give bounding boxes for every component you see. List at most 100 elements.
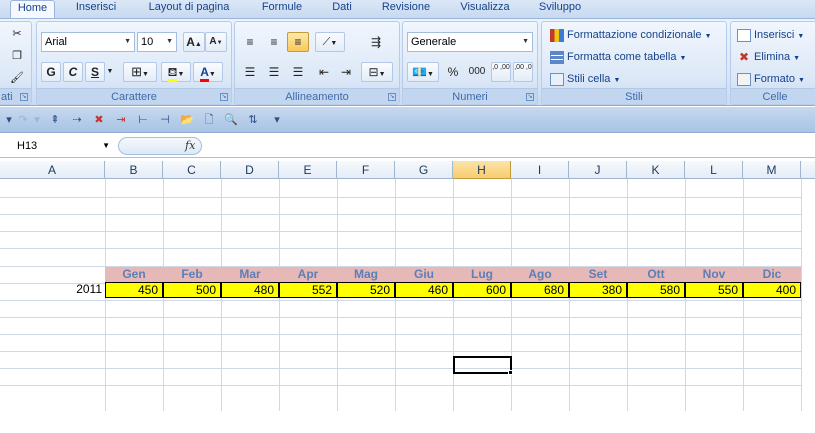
underline-dropdown-icon[interactable]: ▼ [105,62,115,82]
column-header-G[interactable]: G [395,161,453,179]
column-header-J[interactable]: J [569,161,627,179]
align-right-icon[interactable]: ☰ [287,62,309,82]
delete-columns-icon[interactable]: ⊣ [158,113,172,127]
value-cell[interactable]: 580 [627,282,685,298]
value-cell[interactable]: 400 [743,282,801,298]
name-box[interactable]: H13 ▼ [14,137,114,155]
format-painter-icon[interactable]: 🖌 [7,68,27,88]
month-header-cell[interactable]: Feb [163,267,221,282]
alignment-launcher-icon[interactable]: ↘ [388,93,396,101]
align-center-icon[interactable]: ☰ [263,62,285,82]
merge-center-button[interactable]: ⊟▼ [361,62,393,82]
insert-rows-icon[interactable]: ⇞ [48,113,62,127]
value-cell[interactable]: 680 [511,282,569,298]
column-header-N[interactable] [801,161,815,179]
tab-insert[interactable]: Inserisci [68,0,124,18]
value-cell[interactable]: 480 [221,282,279,298]
percent-button[interactable]: % [443,62,463,82]
clipboard-launcher-icon[interactable]: ↘ [20,93,28,101]
borders-button[interactable]: ⊞▼ [123,62,157,82]
column-header-E[interactable]: E [279,161,337,179]
value-cell[interactable]: 500 [163,282,221,298]
month-header-cell[interactable]: Dic [743,267,801,282]
wrap-text-icon[interactable]: ⇶ [365,32,387,52]
cut-icon[interactable]: ✂ [7,24,27,44]
month-header-cell[interactable]: Set [569,267,627,282]
value-cell[interactable]: 552 [279,282,337,298]
font-launcher-icon[interactable]: ↘ [220,93,228,101]
conditional-formatting-button[interactable]: Formattazione condizionale ▼ [550,26,712,44]
number-launcher-icon[interactable]: ↘ [526,93,534,101]
formula-input[interactable] [204,137,804,155]
tab-data[interactable]: Dati [324,0,360,18]
column-header-F[interactable]: F [337,161,395,179]
undo-dropdown-icon[interactable]: ▾ [2,113,16,127]
month-header-cell[interactable]: Mag [337,267,395,282]
align-middle-icon[interactable]: ≡ [263,32,285,52]
align-left-icon[interactable]: ☰ [239,62,261,82]
delete-sheet-rows-icon[interactable]: ⇥ [114,113,128,127]
cell-styles-button[interactable]: Stili cella ▼ [550,70,620,88]
month-header-cell[interactable]: Ago [511,267,569,282]
align-bottom-icon[interactable]: ≡ [287,32,309,52]
column-header-K[interactable]: K [627,161,685,179]
delete-rows-icon[interactable]: ✖ [92,113,106,127]
format-as-table-button[interactable]: Formatta come tabella ▼ [550,48,686,66]
orientation-button[interactable]: ⟋▼ [315,32,345,52]
redo-icon[interactable]: ↷ [16,113,30,127]
thousands-button[interactable]: 000 [465,62,489,82]
column-header-A[interactable]: A [0,161,105,179]
fill-handle[interactable] [508,370,513,375]
underline-button[interactable]: S [85,62,105,82]
month-header-cell[interactable]: Ott [627,267,685,282]
copy-icon[interactable]: ❐ [7,46,27,66]
tab-developer[interactable]: Sviluppo [532,0,588,18]
decrease-decimal-button[interactable]: ,00 ,0 [513,62,533,82]
column-header-C[interactable]: C [163,161,221,179]
fill-color-button[interactable]: ⛾▼ [161,62,191,82]
increase-decimal-button[interactable]: ,0 ,00 [491,62,511,82]
value-cell[interactable]: 600 [453,282,511,298]
active-cell[interactable] [453,356,512,374]
month-header-cell[interactable]: Giu [395,267,453,282]
bold-button[interactable]: G [41,62,61,82]
year-cell[interactable]: 2011 [0,282,105,298]
new-document-icon[interactable]: 🗋 [202,113,216,127]
insert-function-icon[interactable]: fx [185,139,195,152]
insert-columns-icon[interactable]: ⊢ [136,113,150,127]
align-top-icon[interactable]: ≡ [239,32,261,52]
currency-button[interactable]: 💶▼ [407,62,439,82]
print-preview-icon[interactable]: 🔍 [224,113,238,127]
value-cell[interactable]: 520 [337,282,395,298]
font-color-button[interactable]: A▼ [193,62,223,82]
value-cell[interactable]: 380 [569,282,627,298]
sort-filter-icon[interactable]: ⇅ [246,113,260,127]
column-header-L[interactable]: L [685,161,743,179]
column-header-D[interactable]: D [221,161,279,179]
tab-formulas[interactable]: Formule [254,0,310,18]
insert-sheet-rows-icon[interactable]: ⇢ [70,113,84,127]
value-cell[interactable]: 550 [685,282,743,298]
worksheet-grid[interactable]: A B C D E F G H I J K L M Gen Feb Mar Ap… [0,161,815,433]
month-header-cell[interactable]: Nov [685,267,743,282]
font-size-combo[interactable]: 10 ▼ [137,32,177,52]
value-cell[interactable]: 450 [105,282,163,298]
column-header-M[interactable]: M [743,161,801,179]
month-header-cell[interactable]: Mar [221,267,279,282]
format-cells-button[interactable]: Formato ▼ [737,70,805,88]
tab-page-layout[interactable]: Layout di pagina [140,0,238,18]
month-header-cell[interactable]: Apr [279,267,337,282]
value-cell[interactable]: 460 [395,282,453,298]
tab-view[interactable]: Visualizza [454,0,516,18]
open-folder-icon[interactable]: 📂 [180,113,194,127]
number-format-combo[interactable]: Generale ▼ [407,32,533,52]
increase-indent-icon[interactable]: ⇥ [335,62,357,82]
tab-review[interactable]: Revisione [376,0,436,18]
delete-cells-button[interactable]: ✖ Elimina ▼ [737,48,800,66]
customize-toolbar-icon[interactable]: ▾ [270,113,284,127]
tab-home[interactable]: Home [10,0,55,18]
column-header-B[interactable]: B [105,161,163,179]
font-name-combo[interactable]: Arial ▼ [41,32,135,52]
shrink-font-button[interactable]: A▼ [205,32,227,52]
column-header-I[interactable]: I [511,161,569,179]
